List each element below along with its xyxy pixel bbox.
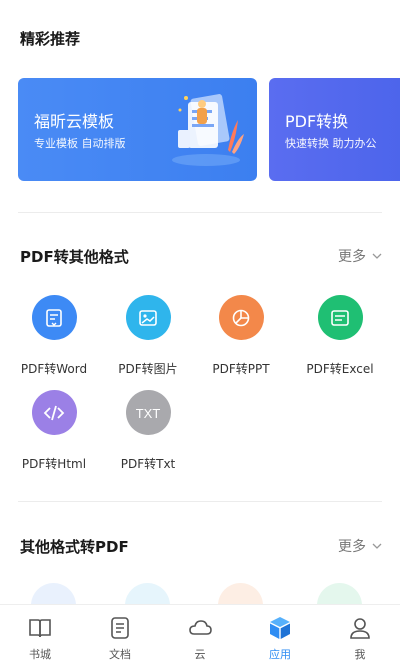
pdf-to-excel-label: PDF转Excel <box>306 362 374 376</box>
banner-cloud-templates[interactable]: 福昕云模板 专业模板 自动排版 <box>18 78 257 181</box>
pdf-to-word-label: PDF转Word <box>20 362 88 376</box>
pdf-to-image-label: PDF转图片 <box>118 362 178 376</box>
txt-icon: TXT <box>125 390 171 435</box>
featured-title: 精彩推荐 <box>20 30 81 48</box>
pdf-to-other-more-button[interactable]: 更多 <box>338 246 382 266</box>
pdf-to-other-title: PDF转其他格式 <box>20 248 129 266</box>
more-label: 更多 <box>338 539 366 555</box>
pdf-to-txt-button[interactable]: TXT PDF转Txt <box>100 390 196 472</box>
tab-me[interactable]: 我 <box>320 605 400 666</box>
more-label: 更多 <box>338 249 366 265</box>
banner-carousel[interactable]: 福昕云模板 专业模板 自动排版 PDF转换 快速转换 助力办公 <box>18 78 400 181</box>
pdf-to-image-button[interactable]: PDF转图片 <box>100 295 196 377</box>
document-icon <box>111 617 129 639</box>
divider <box>18 212 382 213</box>
divider <box>18 501 382 502</box>
tab-label: 书城 <box>29 648 51 661</box>
pdf-to-excel-button[interactable]: PDF转Excel <box>292 295 388 377</box>
tab-apps[interactable]: 应用 <box>240 605 320 666</box>
code-icon <box>31 390 77 435</box>
banner-subtitle: 快速转换 助力办公 <box>285 137 377 150</box>
sheet-icon <box>317 295 363 340</box>
book-icon <box>29 619 51 638</box>
pdf-to-html-label: PDF转Html <box>21 457 87 471</box>
pdf-to-word-button[interactable]: PDF转Word <box>6 295 102 377</box>
tab-documents[interactable]: 文档 <box>80 605 160 666</box>
user-icon <box>350 618 370 639</box>
tab-label: 云 <box>194 648 206 661</box>
tab-label: 我 <box>354 648 366 661</box>
banner-title: PDF转换 <box>285 112 349 131</box>
bottom-tab-bar: 书城 文档 云 应用 我 <box>0 604 400 666</box>
tab-cloud[interactable]: 云 <box>160 605 240 666</box>
tab-label: 应用 <box>269 648 291 661</box>
templates-illustration-icon <box>172 94 244 166</box>
pdf-to-txt-label: PDF转Txt <box>120 457 176 471</box>
svg-text:TXT: TXT <box>136 406 161 421</box>
other-to-pdf-title: 其他格式转PDF <box>20 538 129 556</box>
banner-pdf-convert[interactable]: PDF转换 快速转换 助力办公 <box>269 78 400 181</box>
pie-chart-icon <box>218 295 264 340</box>
cube-icon <box>270 617 290 639</box>
banner-subtitle: 专业模板 自动排版 <box>34 137 126 150</box>
other-to-pdf-more-button[interactable]: 更多 <box>338 536 382 556</box>
cloud-icon <box>189 620 212 635</box>
chevron-down-icon <box>372 253 382 259</box>
pdf-to-ppt-label: PDF转PPT <box>212 362 270 376</box>
chevron-down-icon <box>372 543 382 549</box>
word-doc-icon <box>31 295 77 340</box>
banner-title: 福昕云模板 <box>34 112 115 131</box>
image-icon <box>125 295 171 340</box>
pdf-to-ppt-button[interactable]: PDF转PPT <box>193 295 289 377</box>
pdf-to-html-button[interactable]: PDF转Html <box>6 390 102 472</box>
tab-bookstore[interactable]: 书城 <box>0 605 80 666</box>
tab-label: 文档 <box>109 648 131 661</box>
